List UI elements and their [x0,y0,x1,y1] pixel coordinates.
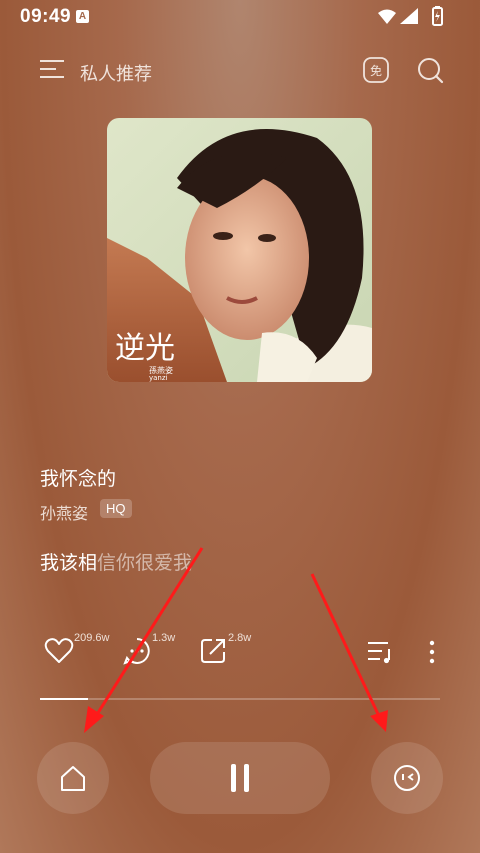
lyric-sung: 我该相 [40,553,98,574]
song-title: 我怀念的 [40,469,117,490]
signal-icon [400,8,418,24]
artist-name[interactable]: 孙燕姿 [40,500,88,524]
status-bar: 09:49 A [0,0,480,34]
mode-button[interactable] [371,742,443,814]
status-icons [378,6,443,26]
share-icon [201,639,225,663]
comment-count: 1.3w [152,632,176,644]
heart-icon [44,638,74,663]
status-time: 09:49 [20,6,72,27]
page-title: 私人推荐 [80,64,152,84]
free-label: 免 [370,63,382,78]
header: 私人推荐 免 [0,48,480,92]
progress-bar[interactable] [40,698,440,700]
wifi-icon [378,9,396,24]
arrow-right-head [370,710,388,732]
more-options-icon[interactable] [424,638,440,666]
notification-badge: A [76,10,89,23]
playlist-icon[interactable] [366,638,394,666]
cover-title: 逆光 [115,331,175,366]
arrow-left-head [84,706,104,733]
album-art-image: 逆光 孫燕姿 yanzi [107,118,372,382]
search-icon[interactable] [416,56,444,84]
home-button[interactable] [37,742,109,814]
comment-icon [123,638,150,665]
quality-badge[interactable]: HQ [100,499,132,518]
emoji-face-icon [394,765,420,791]
album-cover[interactable]: 逆光 孫燕姿 yanzi [107,118,372,382]
menu-icon[interactable] [40,58,64,80]
share-count: 2.8w [228,632,252,644]
play-pause-button[interactable] [150,742,330,814]
battery-icon [432,6,443,26]
progress-fill [40,698,88,700]
pause-icon [231,764,249,792]
cover-subtitle: yanzi [149,374,168,382]
like-count: 209.6w [74,632,110,644]
free-mode-icon[interactable]: 免 [362,56,390,84]
current-lyric[interactable]: 我该相信你很爱我 [40,548,192,575]
lyric-unsung: 信你很爱我 [97,553,193,574]
home-icon [61,766,85,791]
